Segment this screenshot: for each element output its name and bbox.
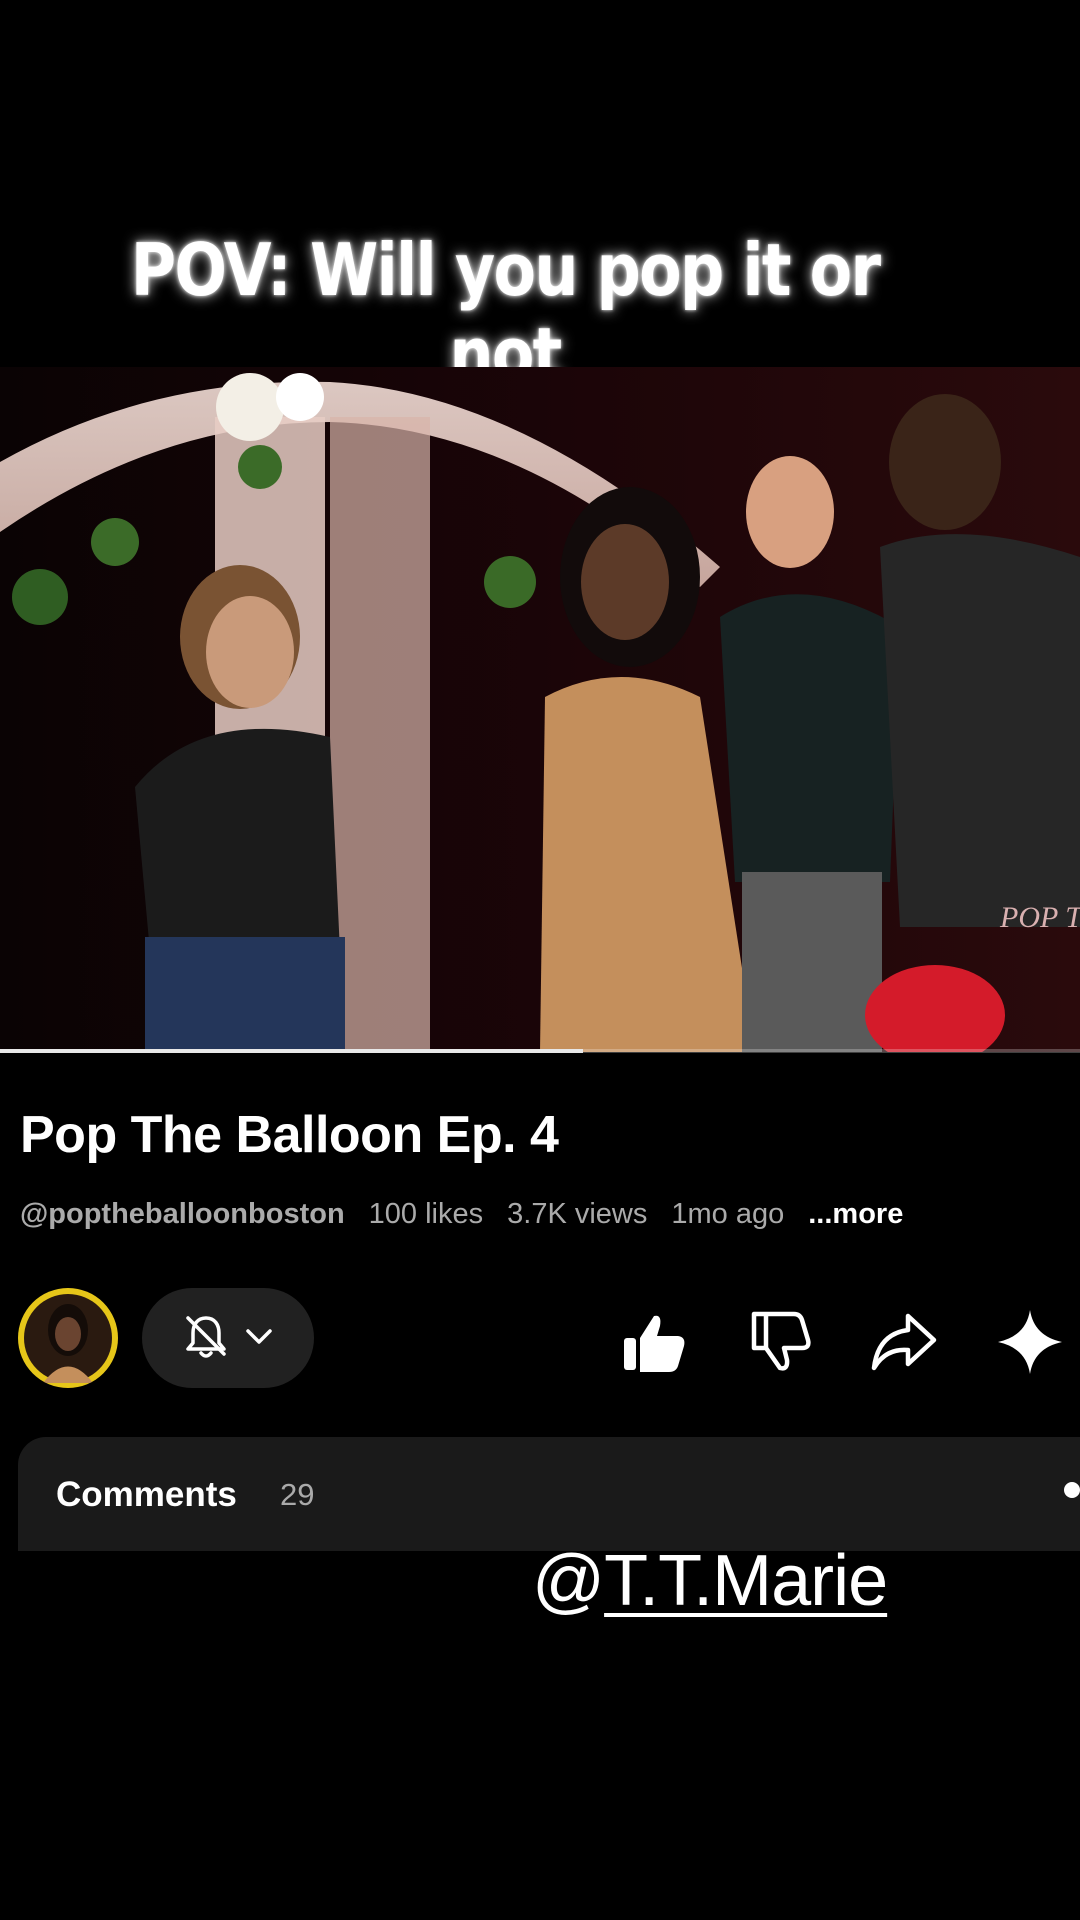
flowers [216,373,284,441]
creator-credit: @T.T.Marie [532,1540,888,1622]
person-left-jeans [145,937,345,1052]
dislike-button[interactable] [744,1306,816,1378]
video-progress-fill [0,1049,584,1053]
avatar-image [24,1294,112,1383]
channel-avatar[interactable] [18,1288,118,1388]
more-link[interactable]: ...more [808,1198,903,1231]
share-button[interactable] [868,1306,940,1378]
host-face [581,524,669,640]
comments-indicator-dot [1064,1482,1080,1498]
leaf-cluster [238,445,282,489]
man-right-face [889,394,1001,530]
channel-handle[interactable]: @poptheballoonboston [20,1198,345,1231]
leaf-cluster [91,518,139,566]
ai-sparkle-button[interactable] [994,1306,1066,1378]
man-right-jacket [880,534,1080,927]
person-left-face [206,596,294,708]
bell-off-icon [180,1310,232,1367]
credit-handle[interactable]: T.T.Marie [604,1541,888,1621]
video-progress-bar[interactable] [0,1049,1080,1053]
thumbs-down-icon [751,1311,811,1371]
upload-age: 1mo ago [671,1198,785,1230]
video-meta-row[interactable]: @poptheballoonboston 100 likes 3.7K view… [20,1198,903,1231]
person-left-top [135,728,340,952]
flowers [276,373,324,421]
video-watermark: POP The Ballo [999,901,1080,934]
man-center-face [746,456,834,568]
chevron-down-icon [242,1319,276,1358]
video-frame: POP The Ballo [0,367,1080,1052]
leaf-cluster [12,569,68,625]
comments-section[interactable]: Comments 29 [18,1437,1080,1551]
like-button[interactable] [618,1306,690,1378]
comments-label: Comments [56,1475,237,1514]
view-count: 3.7K views [507,1198,648,1230]
likes-count: 100 likes [368,1198,484,1230]
comments-count: 29 [280,1477,315,1512]
man-center-pants [742,872,882,1052]
credit-at-sign: @ [532,1541,605,1621]
leaf-cluster [484,556,536,608]
video-title: Pop The Balloon Ep. 4 [20,1106,559,1164]
man-center-shirt [720,594,900,882]
share-icon [871,1313,937,1371]
thumbs-up-icon [624,1315,685,1372]
video-player[interactable]: POP The Ballo [0,367,1080,1052]
sparkle-icon [998,1310,1062,1374]
notification-settings-button[interactable] [142,1288,314,1388]
